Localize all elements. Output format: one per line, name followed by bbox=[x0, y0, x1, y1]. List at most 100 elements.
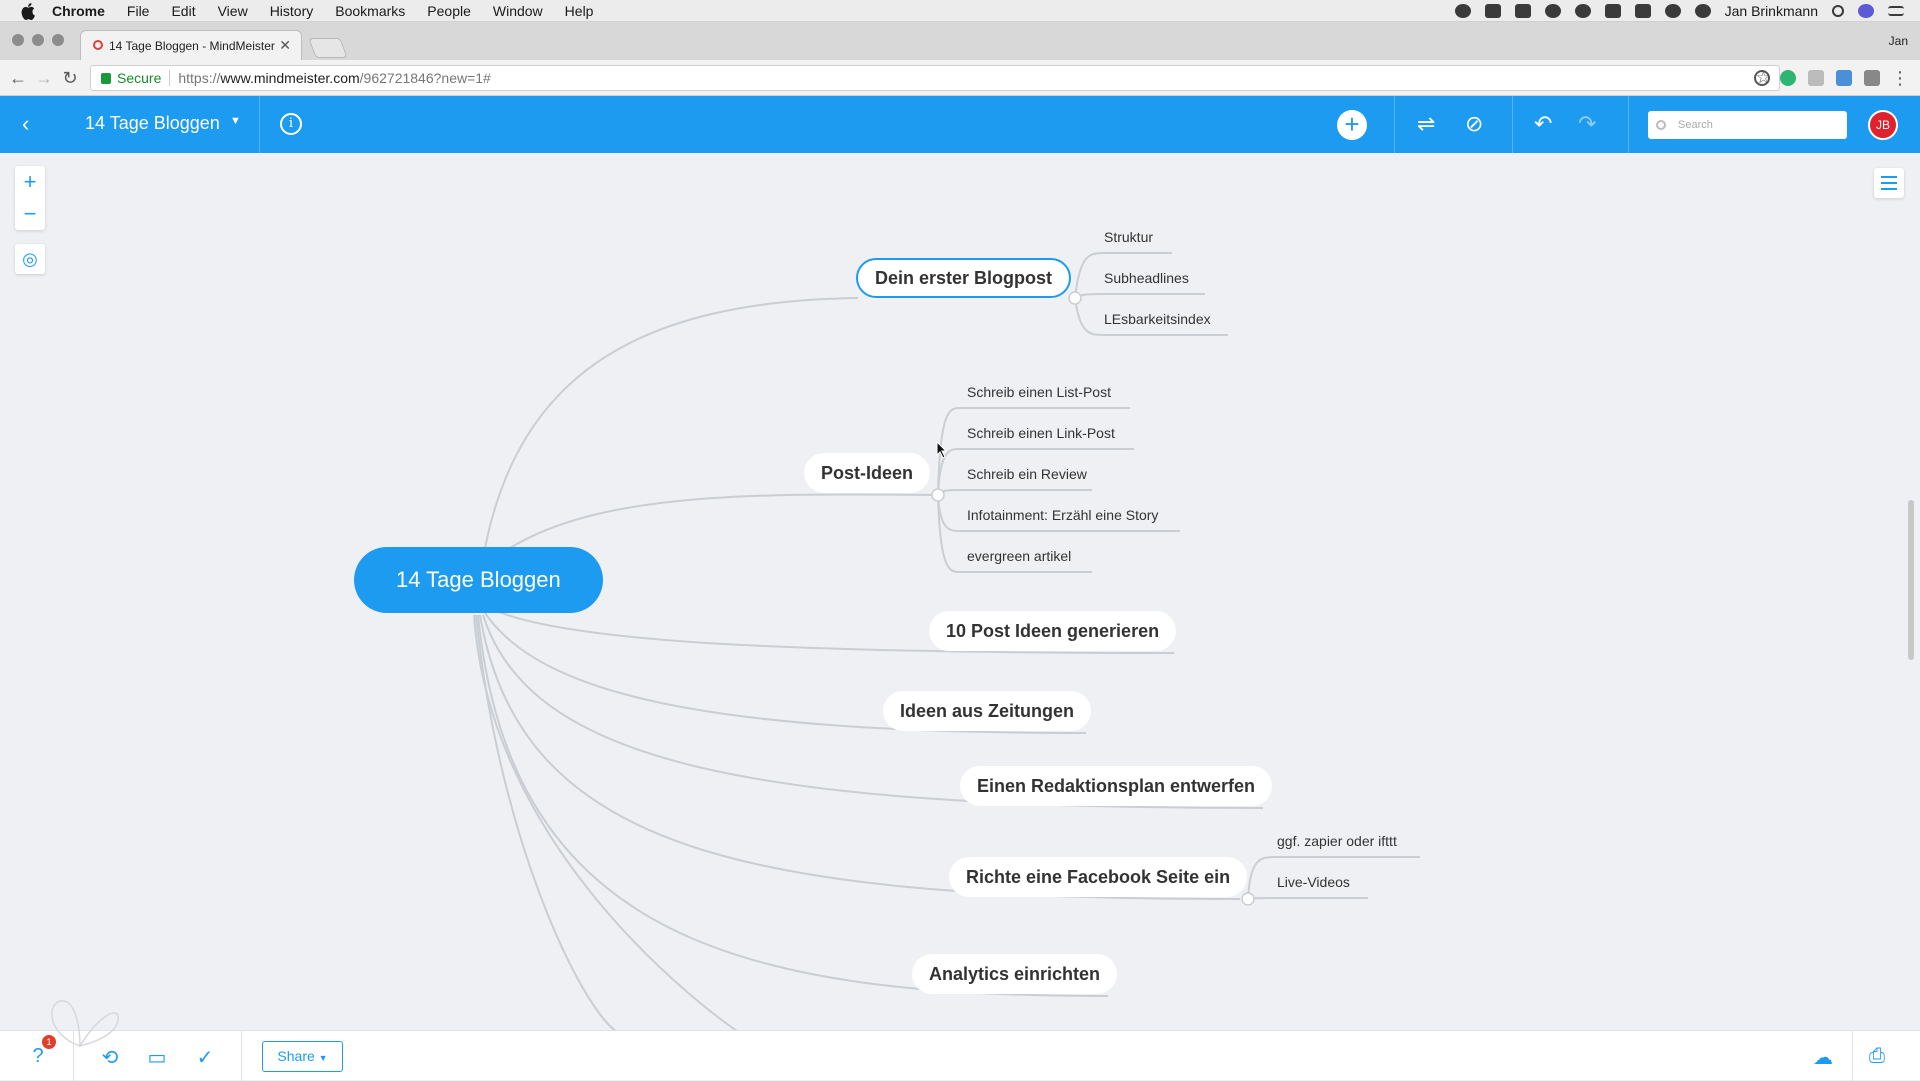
tab-title: 14 Tage Bloggen - MindMeister bbox=[109, 38, 275, 53]
camera-icon[interactable] bbox=[1484, 4, 1501, 18]
topic-analytics-einrichten[interactable]: Analytics einrichten bbox=[912, 954, 1118, 994]
notification-center-icon[interactable] bbox=[1888, 6, 1904, 16]
connector-review bbox=[937, 489, 1092, 496]
browser-tab-active[interactable]: 14 Tage Bloggen - MindMeister ✕ bbox=[80, 30, 302, 60]
menu-app-chrome[interactable]: Chrome bbox=[52, 3, 105, 19]
collapse-toggle-facebook-seite[interactable] bbox=[1241, 892, 1255, 906]
screen-record-icon[interactable] bbox=[1454, 4, 1471, 18]
reload-icon[interactable]: ↻ bbox=[60, 68, 80, 88]
mindmeister-favicon-icon bbox=[93, 40, 103, 50]
back-arrow-icon[interactable]: ← bbox=[8, 68, 28, 88]
menu-history[interactable]: History bbox=[270, 3, 314, 19]
onepassword-extension-icon[interactable] bbox=[1754, 70, 1770, 86]
onepassword-icon[interactable] bbox=[1574, 4, 1591, 18]
mindmap-canvas[interactable]: 14 Tage Bloggen Dein erster Blogpost Str… bbox=[0, 153, 1920, 1030]
subtopic-lesbarkeitsindex[interactable]: LEsbarkeitsindex bbox=[1104, 311, 1211, 327]
screen-capture-extension-icon[interactable] bbox=[1836, 70, 1852, 86]
grammarly-extension-icon[interactable] bbox=[1780, 70, 1796, 86]
apple-icon[interactable] bbox=[20, 2, 38, 20]
topic-redaktionsplan-entwerfen[interactable]: Einen Redaktionsplan entwerfen bbox=[960, 766, 1273, 806]
devtools-extension-icon[interactable] bbox=[1864, 70, 1880, 86]
subtopic-review[interactable]: Schreib ein Review bbox=[967, 466, 1087, 482]
search-placeholder: Search bbox=[1678, 119, 1713, 131]
bottom-divider bbox=[241, 1031, 242, 1081]
cloud-download-icon[interactable]: ☁ bbox=[1812, 1045, 1834, 1069]
subtopic-subheadlines[interactable]: Subheadlines bbox=[1104, 270, 1189, 286]
topic-facebook-seite[interactable]: Richte eine Facebook Seite ein bbox=[949, 857, 1248, 897]
add-topic-button[interactable]: + bbox=[1337, 110, 1367, 140]
topic-ideen-aus-zeitungen[interactable]: Ideen aus Zeitungen bbox=[883, 691, 1092, 731]
menu-bookmarks[interactable]: Bookmarks bbox=[335, 3, 405, 19]
new-tab-button[interactable] bbox=[308, 38, 348, 58]
subtopic-struktur[interactable]: Struktur bbox=[1104, 229, 1153, 245]
subtopic-infotainment[interactable]: Infotainment: Erzähl eine Story bbox=[967, 507, 1158, 523]
share-label: Share bbox=[277, 1048, 315, 1064]
shield-tray-icon[interactable] bbox=[1664, 4, 1681, 18]
print-icon[interactable]: ⎙ bbox=[1866, 1045, 1888, 1067]
time-machine-icon[interactable] bbox=[1694, 4, 1711, 18]
share-button[interactable]: Share ▼ bbox=[262, 1041, 343, 1072]
subtopic-link-post[interactable]: Schreib einen Link-Post bbox=[967, 425, 1115, 441]
presentation-icon[interactable]: ▭ bbox=[146, 1045, 168, 1069]
dropbox-icon[interactable] bbox=[1514, 4, 1531, 18]
search-input[interactable]: Search bbox=[1648, 111, 1847, 139]
window-close-button[interactable] bbox=[12, 34, 24, 46]
tab-close-icon[interactable]: ✕ bbox=[279, 37, 291, 54]
notification-tray-icon[interactable] bbox=[1634, 4, 1651, 18]
history-icon[interactable]: ⟲ bbox=[99, 1045, 121, 1069]
extension-icon[interactable] bbox=[1808, 70, 1824, 86]
redo-icon[interactable]: ↷ bbox=[1578, 111, 1596, 137]
connector-live-videos bbox=[1247, 897, 1368, 900]
connect-icon[interactable]: ⇌ bbox=[1417, 111, 1435, 137]
menu-help[interactable]: Help bbox=[565, 3, 594, 19]
header-divider bbox=[259, 96, 260, 153]
connector-offscreen-2 bbox=[473, 614, 738, 1030]
mindmap-root-node[interactable]: 14 Tage Bloggen bbox=[354, 547, 603, 613]
topic-post-ideen[interactable]: Post-Ideen bbox=[804, 453, 931, 493]
menu-file[interactable]: File bbox=[127, 3, 150, 19]
connector-post-ideen bbox=[509, 493, 939, 549]
menu-window[interactable]: Window bbox=[493, 3, 543, 19]
info-icon[interactable]: i bbox=[280, 113, 302, 135]
address-bar[interactable]: Secure https://www.mindmeister.com/96272… bbox=[90, 65, 1780, 91]
menubar-user-name[interactable]: Jan Brinkmann bbox=[1725, 3, 1818, 19]
user-avatar[interactable]: JB bbox=[1868, 110, 1898, 140]
collapse-toggle-dein-erster-blogpost[interactable] bbox=[1068, 291, 1082, 305]
undo-icon[interactable]: ↶ bbox=[1534, 111, 1552, 137]
menu-edit[interactable]: Edit bbox=[171, 3, 195, 19]
collapse-toggle-post-ideen[interactable] bbox=[931, 488, 945, 502]
back-chevron-icon[interactable]: ‹ bbox=[22, 111, 29, 137]
browser-toolbar: ← → ↻ Secure https://www.mindmeister.com… bbox=[0, 60, 1920, 96]
url-scheme: https:// bbox=[178, 70, 221, 86]
spotlight-search-icon[interactable] bbox=[1832, 5, 1844, 17]
mac-menubar: Chrome File Edit View History Bookmarks … bbox=[0, 0, 1920, 22]
subtopic-live-videos[interactable]: Live-Videos bbox=[1277, 874, 1350, 890]
cancel-icon[interactable]: ⊘ bbox=[1465, 111, 1483, 137]
header-divider bbox=[1512, 96, 1513, 153]
search-icon bbox=[1656, 120, 1666, 130]
topic-dein-erster-blogpost[interactable]: Dein erster Blogpost bbox=[856, 258, 1072, 298]
window-zoom-button[interactable] bbox=[52, 34, 64, 46]
menu-people[interactable]: People bbox=[427, 3, 471, 19]
app-header: ‹ 14 Tage Bloggen ▼ i + ⇌ ⊘ ↶ ↷ Search J… bbox=[0, 96, 1920, 153]
forward-arrow-icon[interactable]: → bbox=[34, 68, 54, 88]
subtopic-evergreen-artikel[interactable]: evergreen artikel bbox=[967, 548, 1071, 564]
plus-tray-icon[interactable] bbox=[1604, 4, 1621, 18]
menu-view[interactable]: View bbox=[218, 3, 248, 19]
subtopic-list-post[interactable]: Schreib einen List-Post bbox=[967, 384, 1111, 400]
subtopic-zapier-ifttt[interactable]: ggf. zapier oder ifttt bbox=[1277, 833, 1397, 849]
browser-profile-name[interactable]: Jan bbox=[1889, 34, 1908, 48]
connector-offscreen-1 bbox=[475, 614, 617, 1030]
canvas-scrollbar[interactable] bbox=[1908, 500, 1914, 660]
siri-icon[interactable] bbox=[1858, 4, 1874, 18]
notification-badge: 1 bbox=[42, 1035, 56, 1049]
window-minimize-button[interactable] bbox=[32, 34, 44, 46]
chrome-menu-icon[interactable]: ⋮ bbox=[1890, 68, 1910, 88]
address-bar-divider bbox=[169, 70, 171, 86]
cloud-icon[interactable] bbox=[1544, 4, 1561, 18]
tasks-check-icon[interactable]: ✓ bbox=[194, 1045, 216, 1069]
bottom-toolbar: ? 1 ⟲ ▭ ✓ Share ▼ ☁ ⎙ bbox=[0, 1000, 1920, 1081]
topic-10-post-ideen-generieren[interactable]: 10 Post Ideen generieren bbox=[929, 611, 1177, 651]
title-dropdown-icon[interactable]: ▼ bbox=[230, 115, 241, 127]
map-title[interactable]: 14 Tage Bloggen bbox=[85, 113, 220, 134]
